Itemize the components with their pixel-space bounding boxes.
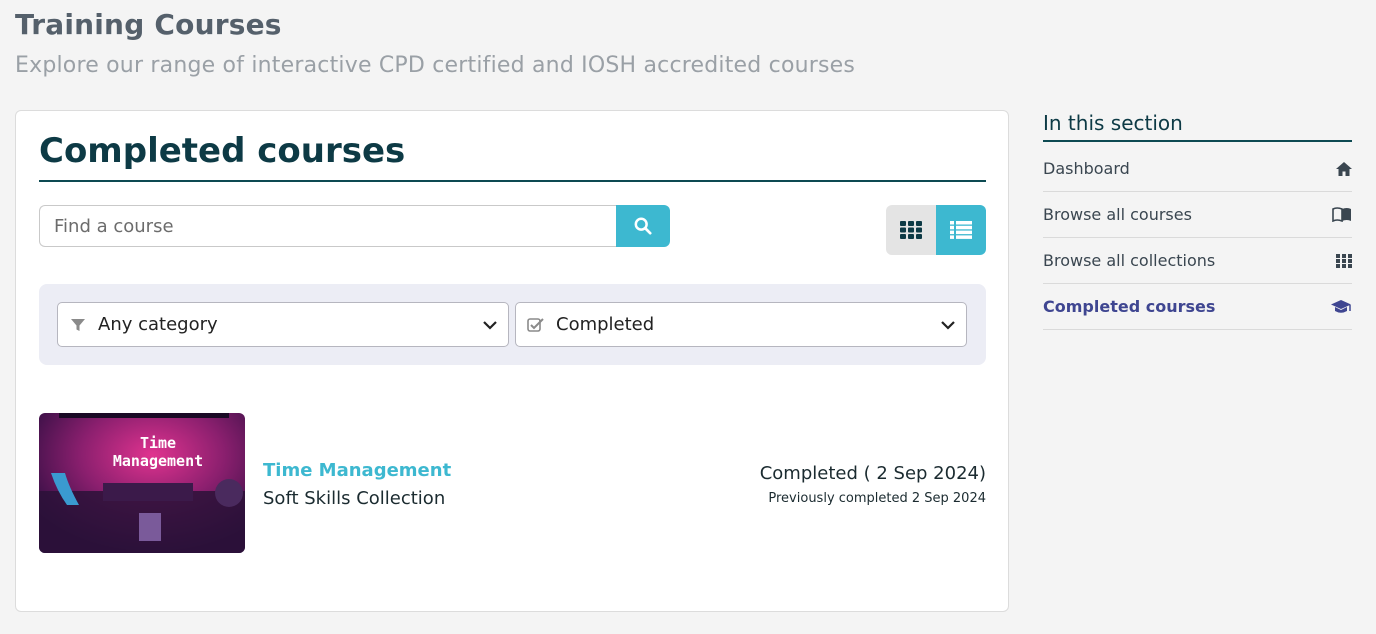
grid-view-button[interactable] (886, 205, 936, 255)
filter-icon (58, 317, 98, 333)
sidebar-item-label: Browse all collections (1043, 251, 1216, 270)
thumbnail-text-line1: Time (140, 434, 176, 452)
course-thumbnail[interactable]: Time Management (39, 413, 245, 553)
sidebar-item-dashboard[interactable]: Dashboard (1043, 146, 1352, 192)
home-icon (1328, 161, 1352, 176)
section-heading: Completed courses (39, 131, 406, 171)
category-select[interactable]: Any category (57, 302, 509, 347)
status-select-value: Completed (556, 314, 655, 335)
page-subtitle: Explore our range of interactive CPD cer… (15, 53, 856, 78)
sidebar-nav: Dashboard Browse all courses Browse all … (1043, 146, 1352, 330)
sidebar-item-browse-courses[interactable]: Browse all courses (1043, 192, 1352, 238)
category-select-value: Any category (98, 314, 218, 335)
page-title: Training Courses (15, 8, 282, 41)
search-input[interactable] (39, 205, 617, 247)
sidebar-item-label: Browse all courses (1043, 205, 1192, 224)
course-previous-completion: Previously completed 2 Sep 2024 (768, 491, 986, 506)
grid-view-icon (900, 221, 922, 239)
course-title-link[interactable]: Time Management (263, 460, 451, 481)
sidebar-item-label: Completed courses (1043, 297, 1216, 316)
status-select[interactable]: Completed (515, 302, 967, 347)
sidebar-item-browse-collections[interactable]: Browse all collections (1043, 238, 1352, 284)
course-collection: Soft Skills Collection (263, 488, 446, 509)
checkbox-icon (516, 317, 556, 333)
list-view-icon (950, 221, 972, 239)
filter-panel: Any category Completed (39, 284, 986, 365)
grid-icon (1328, 253, 1352, 268)
book-icon (1328, 207, 1352, 222)
chevron-down-icon (930, 320, 966, 330)
chevron-down-icon (472, 320, 508, 330)
list-view-button[interactable] (936, 205, 986, 255)
sidebar-title: In this section (1043, 111, 1183, 135)
view-toggle (886, 205, 986, 255)
thumbnail-text-line2: Management (113, 452, 203, 470)
course-list-item: Time Management Time Management Soft Ski… (39, 413, 986, 553)
graduation-cap-icon (1328, 299, 1352, 315)
sidebar-item-label: Dashboard (1043, 159, 1130, 178)
sidebar-item-completed-courses[interactable]: Completed courses (1043, 284, 1352, 330)
course-status: Completed ( 2 Sep 2024) (759, 463, 986, 484)
search-button[interactable] (616, 205, 670, 247)
heading-divider (39, 180, 986, 182)
courses-card: Completed courses Find a course Any cate… (15, 110, 1009, 612)
sidebar-divider (1043, 140, 1352, 142)
search-icon (634, 217, 652, 235)
